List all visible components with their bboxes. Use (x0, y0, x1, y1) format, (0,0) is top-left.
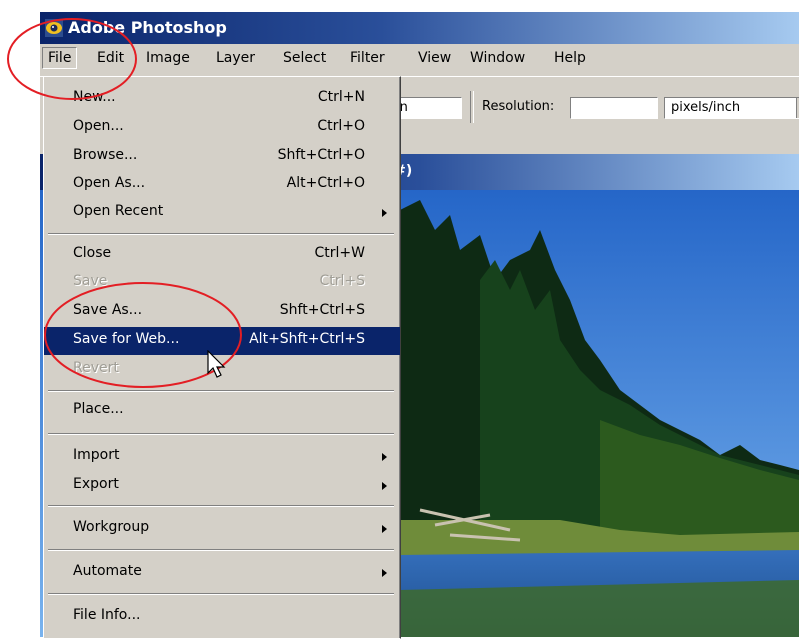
toolbar-divider (470, 91, 474, 123)
photoshop-eye-icon (45, 19, 63, 37)
menu-item-label: Open Recent (73, 203, 164, 219)
menu-separator (48, 549, 394, 551)
menu-item-label: Automate (73, 563, 142, 579)
menu-bar: File Edit Image Layer Select Filter View… (40, 45, 799, 73)
size-unit-field[interactable]: in (392, 97, 462, 119)
resolution-unit-select[interactable]: pixels/inch ▼ (664, 97, 799, 119)
resolution-unit-value: pixels/inch (671, 100, 741, 115)
submenu-arrow-icon (382, 209, 387, 217)
menu-item-label: Save for Web... (73, 331, 180, 347)
menu-separator (48, 390, 394, 392)
submenu-arrow-icon (382, 482, 387, 490)
menu-item-label: Revert (73, 360, 119, 376)
menu-view[interactable]: View (418, 50, 451, 66)
menu-item-shortcut: Shft+Ctrl+S (279, 302, 365, 318)
menu-item-shortcut: Alt+Shft+Ctrl+S (249, 331, 365, 347)
menu-item-new[interactable]: New... Ctrl+N (44, 85, 400, 113)
menu-item-label: Import (73, 447, 120, 463)
menu-item-label: Open... (73, 118, 124, 134)
menu-layer[interactable]: Layer (216, 50, 255, 66)
menu-separator (48, 505, 394, 507)
menu-item-open-recent[interactable]: Open Recent (44, 199, 400, 227)
menu-item-shortcut: Shft+Ctrl+O (277, 147, 365, 163)
menu-item-browse[interactable]: Browse... Shft+Ctrl+O (44, 143, 400, 171)
menu-separator (48, 233, 394, 235)
menu-item-label: Browse... (73, 147, 138, 163)
resolution-label: Resolution: (482, 99, 555, 114)
menu-separator (48, 433, 394, 435)
menu-item-revert: Revert (44, 356, 400, 384)
menu-item-place[interactable]: Place... (44, 397, 400, 425)
menu-item-label: Place... (73, 401, 124, 417)
menu-item-save-for-web[interactable]: Save for Web... Alt+Shft+Ctrl+S (44, 327, 400, 355)
menu-item-shortcut: Alt+Ctrl+O (286, 175, 365, 191)
menu-item-label: Open As... (73, 175, 146, 191)
menu-item-file-info[interactable]: File Info... (44, 603, 400, 631)
menu-item-label: Close (73, 245, 112, 261)
menu-item-import[interactable]: Import (44, 443, 400, 471)
menu-item-label: Save As... (73, 302, 143, 318)
menu-file[interactable]: File (42, 47, 78, 69)
menu-item-save-as[interactable]: Save As... Shft+Ctrl+S (44, 298, 400, 326)
menu-item-label: Save (73, 273, 108, 289)
resolution-input[interactable] (570, 97, 658, 119)
menu-window[interactable]: Window (470, 50, 525, 66)
menu-item-save: Save Ctrl+S (44, 269, 400, 297)
menu-item-open-as[interactable]: Open As... Alt+Ctrl+O (44, 171, 400, 199)
app-title: Adobe Photoshop (68, 18, 227, 37)
menu-select[interactable]: Select (283, 50, 326, 66)
menu-image[interactable]: Image (146, 50, 190, 66)
title-bar: Adobe Photoshop (40, 12, 799, 44)
menu-item-workgroup[interactable]: Workgroup (44, 515, 400, 543)
menu-item-shortcut: Ctrl+N (317, 89, 365, 105)
menu-item-shortcut: Ctrl+S (319, 273, 365, 289)
submenu-arrow-icon (382, 453, 387, 461)
menu-item-export[interactable]: Export (44, 472, 400, 500)
menu-item-label: New... (73, 89, 116, 105)
menu-item-automate[interactable]: Automate (44, 559, 400, 587)
submenu-arrow-icon (382, 569, 387, 577)
menu-item-open[interactable]: Open... Ctrl+O (44, 114, 400, 142)
menu-item-close[interactable]: Close Ctrl+W (44, 241, 400, 269)
menu-item-label: Workgroup (73, 519, 150, 535)
menu-separator (48, 593, 394, 595)
menu-edit[interactable]: Edit (97, 50, 124, 66)
menu-item-shortcut: Ctrl+O (317, 118, 365, 134)
menu-item-label: Export (73, 476, 119, 492)
menu-filter[interactable]: Filter (350, 50, 385, 66)
file-menu-dropdown: New... Ctrl+N Open... Ctrl+O Browse... S… (43, 76, 401, 639)
menu-help[interactable]: Help (554, 50, 586, 66)
submenu-arrow-icon (382, 525, 387, 533)
menu-item-label: File Info... (73, 607, 141, 623)
menu-item-shortcut: Ctrl+W (314, 245, 365, 261)
